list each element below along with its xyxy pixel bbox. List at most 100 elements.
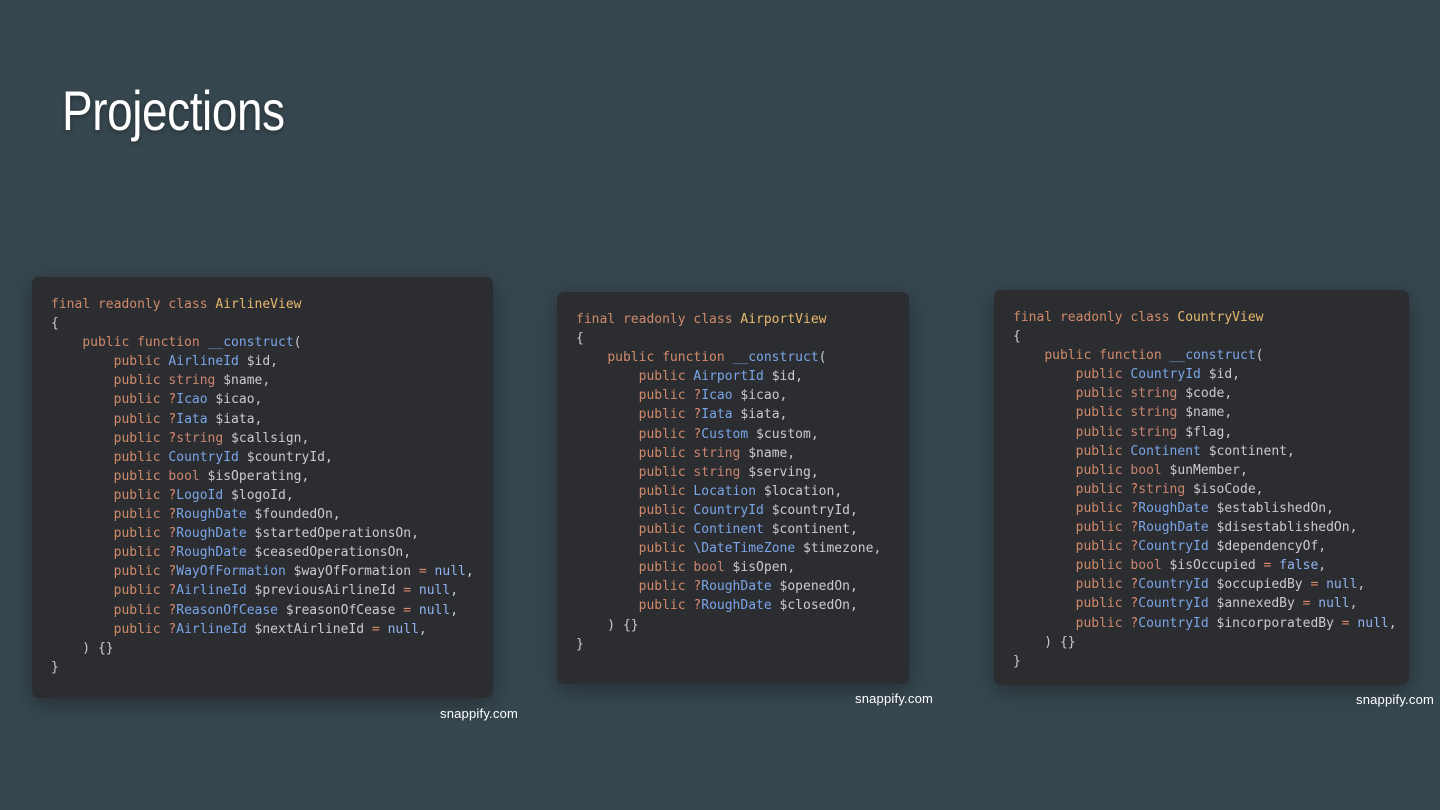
- code-token: =: [403, 583, 412, 599]
- code-token: $serving,: [740, 464, 819, 480]
- code-token: public: [113, 487, 169, 503]
- code-token: $name,: [740, 445, 796, 461]
- code-token: public: [638, 369, 694, 385]
- code-token: public: [113, 507, 169, 523]
- code-token: ReasonOfCease: [176, 602, 278, 618]
- code-token: $foundedOn,: [246, 507, 341, 523]
- code-line: public ?Custom $custom,: [576, 425, 909, 444]
- code-token: \DateTimeZone: [693, 541, 796, 557]
- code-line: public string $code,: [1013, 384, 1409, 403]
- code-token: RoughDate: [701, 579, 772, 595]
- code-line: ) {}: [576, 616, 909, 635]
- code-token: public: [1075, 386, 1131, 402]
- code-token: false: [1271, 558, 1319, 574]
- code-line: final readonly class AirportView: [576, 310, 909, 329]
- code-token: {: [1013, 329, 1021, 345]
- code-block: final readonly class CountryView { public…: [1013, 308, 1409, 671]
- code-token: CountryId: [168, 449, 239, 465]
- code-token: final readonly class: [51, 297, 216, 312]
- code-token: public: [1075, 520, 1131, 536]
- code-line: public ?RoughDate $ceasedOperationsOn,: [51, 543, 493, 562]
- code-token: CountryId: [1138, 539, 1209, 555]
- code-token: bool: [1130, 462, 1162, 478]
- code-line: public AirportId $id,: [576, 367, 909, 386]
- code-line: }: [1013, 652, 1409, 671]
- code-token: public: [113, 621, 169, 637]
- code-token: Iata: [701, 407, 733, 423]
- code-token: RoughDate: [176, 526, 247, 542]
- code-token: null: [379, 621, 419, 637]
- snappify-credit[interactable]: snappify.com: [440, 706, 518, 721]
- code-token: $reasonOfCease: [278, 602, 404, 618]
- code-line: public bool $unMember,: [1013, 461, 1409, 480]
- code-token: LogoId: [176, 487, 224, 503]
- code-token: ) {}: [1013, 634, 1076, 650]
- code-line: public string $name,: [51, 371, 493, 390]
- code-token: Icao: [176, 392, 208, 408]
- code-token: CountryView: [1177, 310, 1264, 325]
- snappify-credit[interactable]: snappify.com: [855, 691, 933, 706]
- code-token: ,: [450, 602, 459, 618]
- code-token: public: [638, 579, 694, 595]
- code-token: $openedOn,: [771, 579, 858, 595]
- code-token: $timezone,: [795, 541, 882, 557]
- code-line: public ?string $isoCode,: [1013, 480, 1409, 499]
- code-token: public: [1075, 558, 1131, 574]
- code-token: }: [1013, 653, 1021, 669]
- code-token: $nextAirlineId: [246, 621, 372, 637]
- code-token: string: [168, 373, 216, 389]
- code-token: string: [693, 445, 741, 461]
- code-token: {: [51, 316, 59, 332]
- code-token: =: [371, 621, 380, 637]
- snappify-credit[interactable]: snappify.com: [1356, 692, 1434, 707]
- code-token: $flag,: [1177, 424, 1233, 440]
- code-token: $icao,: [207, 392, 263, 408]
- code-line: public Continent $continent,: [1013, 442, 1409, 461]
- code-token: $unMember,: [1161, 462, 1248, 478]
- code-token: string: [1130, 424, 1178, 440]
- code-block: final readonly class AirportView { public…: [576, 310, 909, 654]
- code-token: final readonly class: [1013, 310, 1178, 325]
- code-token: =: [403, 602, 412, 618]
- code-token: public: [113, 564, 169, 580]
- code-token: $countryId,: [238, 449, 333, 465]
- code-line: public ?RoughDate $establishedOn,: [1013, 499, 1409, 518]
- code-token: WayOfFormation: [176, 564, 286, 580]
- code-token: $annexedBy: [1208, 596, 1303, 612]
- code-token: $id,: [1200, 367, 1241, 383]
- code-token: $occupiedBy: [1208, 577, 1311, 593]
- code-line: public Continent $continent,: [576, 520, 909, 539]
- code-line: public ?RoughDate $startedOperationsOn,: [51, 524, 493, 543]
- code-token: public: [113, 468, 169, 484]
- code-token: }: [51, 659, 59, 675]
- code-token: $closedOn,: [771, 598, 858, 614]
- code-line: }: [576, 635, 909, 654]
- code-token: $continent,: [1200, 443, 1295, 459]
- code-token: null: [411, 602, 451, 618]
- code-token: null: [1318, 577, 1358, 593]
- code-token: public: [113, 392, 169, 408]
- code-token: $wayOfFormation: [285, 564, 419, 580]
- code-line: public ?AirlineId $previousAirlineId = n…: [51, 581, 493, 600]
- code-token: (: [1255, 348, 1264, 364]
- code-token: ,: [450, 583, 459, 599]
- code-token: public: [1075, 539, 1131, 555]
- code-token: public: [113, 430, 169, 446]
- code-line: public function __construct(: [51, 333, 493, 352]
- code-line: final readonly class CountryView: [1013, 308, 1409, 327]
- code-token: public: [1075, 615, 1131, 631]
- code-line: public ?CountryId $annexedBy = null,: [1013, 594, 1409, 613]
